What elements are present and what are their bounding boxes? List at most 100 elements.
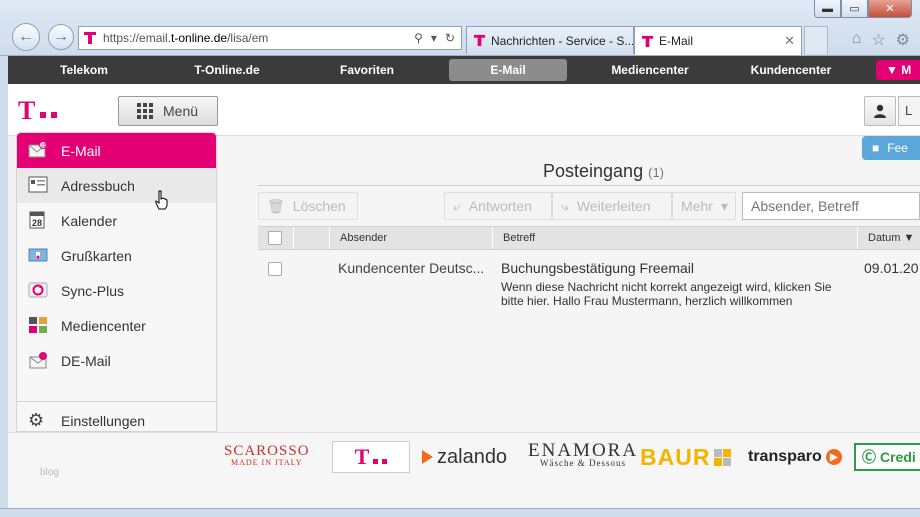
sidebar-item-label: Grußkarten [61,247,132,264]
window-frame-left [0,56,8,508]
footer: blog SCAROSSO MADE IN ITALY T zalando EN… [8,432,920,508]
nav-favoriten[interactable]: Favoriten [308,63,426,77]
scarosso-tagline: MADE IN ITALY [231,458,303,467]
menu-label: Menü [163,103,199,119]
sidebar-item-label: Kalender [61,212,118,229]
address-book-icon [28,176,48,193]
search-icon[interactable]: ⚲ [414,31,423,45]
nav-pink-button[interactable]: ▼ M [876,60,920,80]
table-header: Absender Betreff Datum ▼ [258,226,920,250]
sidebar-item-de-mail[interactable]: DE-Mail [17,343,216,378]
menu-button[interactable]: Menü [118,96,218,126]
select-all-cell [258,227,294,249]
logo-dot [40,112,47,118]
blog-link[interactable]: blog [40,467,59,478]
telekom-t-logo-icon: T [354,444,370,469]
enamora-logo[interactable]: ENAMORA Wäsche & Dessous [528,441,638,473]
reply-arrow-icon: ⤶ [453,197,461,214]
zalando-logo[interactable]: zalando [422,441,507,473]
transparo-logo[interactable]: transparo ▶ [748,441,842,473]
nav-kundencenter[interactable]: Kundencenter [732,63,850,77]
window-controls: ▬ ▭ ✕ [814,0,912,18]
mail-content: ■ Fee Posteingang (1) 🗑 Löschen ⤶ Antwor… [218,136,920,432]
baur-logo[interactable]: BAUR [640,441,732,473]
nav-mediencenter[interactable]: Mediencenter [591,63,709,77]
message-sender: Kundencenter Deutsc... [338,260,485,276]
sender-column-header[interactable]: Absender [330,227,493,249]
back-button[interactable]: ← [12,23,40,51]
sidebar-item-label: Sync-Plus [61,282,125,299]
credit-logo[interactable]: Ⓒ Credi [854,443,920,471]
address-bar[interactable]: https://email. t-online.de/lisa/em ⚲ ▾ ↻ [78,26,462,50]
arrow-right-circle-icon: ▶ [825,449,842,465]
gear-icon[interactable]: ⚙ [896,30,910,50]
refresh-icon[interactable]: ↻ [445,31,455,45]
media-center-icon [29,317,47,333]
hand-cursor-icon [155,190,168,210]
new-tab-button[interactable] [804,26,828,54]
delete-button[interactable]: 🗑 Löschen [258,192,358,220]
maximize-button[interactable]: ▭ [841,0,868,18]
enamora-tagline: Wäsche & Dessous [540,458,627,468]
close-window-button[interactable]: ✕ [868,0,912,18]
greeting-card-icon [28,248,48,262]
pink-button-label: M [901,63,912,77]
sidebar-item-kalender[interactable]: 28 Kalender [17,203,216,238]
favorites-star-icon[interactable]: ☆ [871,30,885,50]
nav-t-online[interactable]: T-Online.de [168,63,286,77]
forward-button[interactable]: → [48,24,74,50]
sidebar-item-label: DE-Mail [61,352,111,369]
date-column-header[interactable]: Datum ▼ [858,227,920,249]
logo-dot [382,458,388,464]
sidebar-item-email[interactable]: @ E-Mail [17,133,216,168]
nav-email[interactable]: E-Mail [449,59,567,81]
baur-name: BAUR [640,443,711,470]
more-button[interactable]: Mehr ▾ [672,192,736,220]
close-tab-icon[interactable]: ✕ [784,33,795,49]
sidebar-item-mediencenter[interactable]: Mediencenter [17,308,216,343]
url-domain: t-online.de [171,31,228,45]
forward-arrow-icon: ⤷ [561,197,569,214]
telekom-partner-logo[interactable]: T [332,441,410,473]
reply-label: Antworten [468,198,532,214]
tab-email[interactable]: E-Mail ✕ [634,26,802,55]
row-checkbox[interactable] [268,262,282,276]
page-header: T Menü L [8,84,920,136]
zalando-play-icon [422,450,433,464]
chat-bubble-icon: ■ [872,141,880,155]
subject-column-header[interactable]: Betreff [493,227,858,249]
reply-button[interactable]: ⤶ Antworten [444,192,552,220]
sidebar-item-adressbuch[interactable]: Adressbuch [17,168,216,203]
credit-c-icon: Ⓒ [862,449,876,465]
arrow-right-icon: → [53,28,69,45]
sidebar-item-grusskarten[interactable]: Grußkarten [17,238,216,273]
telekom-logo[interactable]: T [18,98,58,124]
table-row[interactable]: Kundencenter Deutsc... Buchungsbestätigu… [258,254,920,314]
user-button[interactable] [864,96,896,126]
chevron-down-icon: ▾ [720,197,728,214]
sync-icon [28,282,48,298]
telekom-favicon-icon [473,34,486,47]
feedback-button[interactable]: ■ Fee [862,136,920,160]
select-all-checkbox[interactable] [268,231,282,245]
transparo-name: transparo [748,448,822,465]
sidebar-item-sync-plus[interactable]: Sync-Plus [17,273,216,308]
tab-nachrichten[interactable]: Nachrichten - Service - S... [466,26,634,54]
minimize-button[interactable]: ▬ [814,0,841,18]
nav-telekom[interactable]: Telekom [28,63,140,77]
address-tools: ⚲ ▾ ↻ [414,31,455,45]
flag-column-header [294,227,330,249]
home-icon[interactable]: ⌂ [852,30,862,50]
forward-mail-button[interactable]: ⤷ Weiterleiten [552,192,672,220]
sidebar-item-label: Adressbuch [61,177,135,194]
scarosso-logo[interactable]: SCAROSSO MADE IN ITALY [224,441,310,473]
de-mail-icon [29,352,47,369]
message-subject: Buchungsbestätigung Freemail [501,260,695,276]
grid-menu-icon [137,103,153,119]
email-icon: @ [28,141,47,158]
dropdown-icon[interactable]: ▾ [431,31,437,45]
search-input[interactable] [742,192,920,220]
arrow-left-icon: ← [18,28,34,45]
logo-dot [373,458,379,464]
user-name-truncated[interactable]: L [898,96,920,126]
